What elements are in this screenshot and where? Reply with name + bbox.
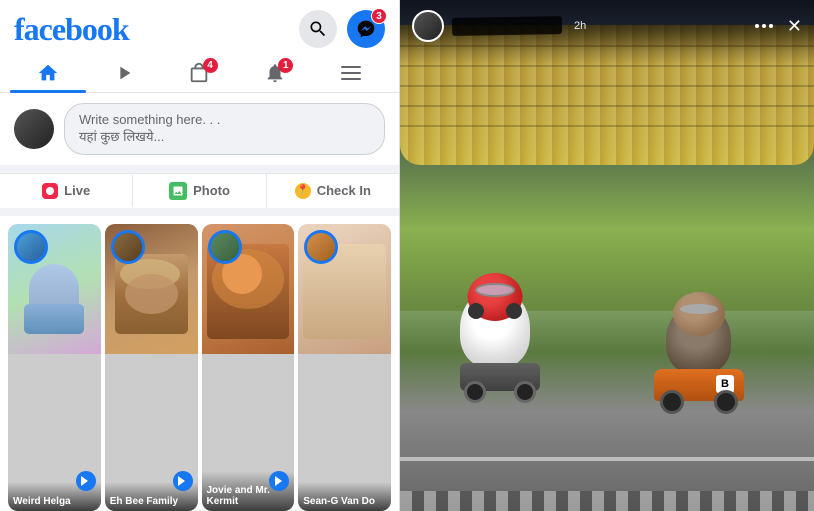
- stories-section: Weird Helga Eh Bee Family: [0, 216, 399, 511]
- search-icon: [308, 19, 328, 39]
- tab-menu[interactable]: [313, 54, 389, 92]
- dot-2: [762, 24, 766, 28]
- story-avatar-3: [208, 230, 242, 264]
- close-button[interactable]: ✕: [787, 16, 802, 37]
- live-label: Live: [64, 183, 90, 198]
- left-panel: facebook 3: [0, 0, 400, 511]
- story-avatar-1: [14, 230, 48, 264]
- messenger-badge: 3: [371, 8, 387, 24]
- post-input-field[interactable]: Write something here. . . यहां कुछ लिखये…: [64, 103, 385, 155]
- story-bg-3: [202, 224, 295, 354]
- nav-tabs: 4 1: [0, 54, 399, 93]
- home-icon: [37, 62, 59, 84]
- checkin-icon: 📍: [295, 183, 311, 199]
- notifications-badge: 1: [278, 58, 293, 73]
- story-username-scribble: [452, 16, 562, 36]
- story-avatar-4: [304, 230, 338, 264]
- photo-icon: [169, 182, 187, 200]
- kart-character-2: B: [666, 304, 744, 401]
- story-time: 2h: [574, 20, 586, 32]
- tab-watch[interactable]: [86, 54, 162, 92]
- marketplace-badge: 4: [203, 58, 218, 73]
- post-create-box: Write something here. . . यहां कुछ लिखये…: [0, 93, 399, 173]
- story-card-1[interactable]: Weird Helga: [8, 224, 101, 511]
- story-header: 2h ✕: [400, 0, 814, 52]
- checkin-label: Check In: [317, 183, 371, 198]
- photo-button[interactable]: Photo: [133, 174, 266, 208]
- story-bg-4: [298, 224, 391, 354]
- tab-home[interactable]: [10, 54, 86, 92]
- action-bar: Live Photo 📍 Check In: [0, 173, 399, 216]
- menu-icon: [337, 62, 365, 84]
- user-avatar: [14, 109, 54, 149]
- app-header: facebook 3: [0, 0, 399, 54]
- tab-marketplace[interactable]: 4: [162, 54, 238, 92]
- story-header-controls: ✕: [755, 16, 802, 37]
- live-icon: [42, 183, 58, 199]
- header-icons: 3: [299, 10, 385, 48]
- dot-1: [755, 24, 759, 28]
- story-arrow-2: [173, 471, 193, 491]
- story-card-3[interactable]: Jovie and Mr. Kermit: [202, 224, 295, 511]
- tab-notifications[interactable]: 1: [237, 54, 313, 92]
- more-options-button[interactable]: [755, 24, 773, 28]
- story-fullscreen: B 2h ✕: [400, 0, 814, 511]
- post-placeholder: Write something here. . . यहां कुछ लिखये…: [79, 112, 370, 146]
- story-bg-2: [105, 224, 198, 354]
- story-card-4[interactable]: Sean-G Van Do: [298, 224, 391, 511]
- photo-svg: [172, 185, 184, 197]
- checkin-button[interactable]: 📍 Check In: [267, 175, 399, 207]
- kart-character-1: [460, 288, 540, 391]
- story-user-avatar: [412, 10, 444, 42]
- messenger-button[interactable]: 3: [347, 10, 385, 48]
- story-user-info: 2h: [412, 10, 586, 42]
- photo-label: Photo: [193, 183, 230, 198]
- story-label-4: Sean-G Van Do: [298, 482, 391, 511]
- story-bg-1: [8, 224, 101, 354]
- dot-3: [769, 24, 773, 28]
- facebook-logo: facebook: [14, 11, 129, 48]
- story-arrow-1: [76, 471, 96, 491]
- play-icon: [113, 62, 135, 84]
- search-button[interactable]: [299, 10, 337, 48]
- live-button[interactable]: Live: [0, 175, 133, 207]
- story-card-2[interactable]: Eh Bee Family: [105, 224, 198, 511]
- story-avatar-2: [111, 230, 145, 264]
